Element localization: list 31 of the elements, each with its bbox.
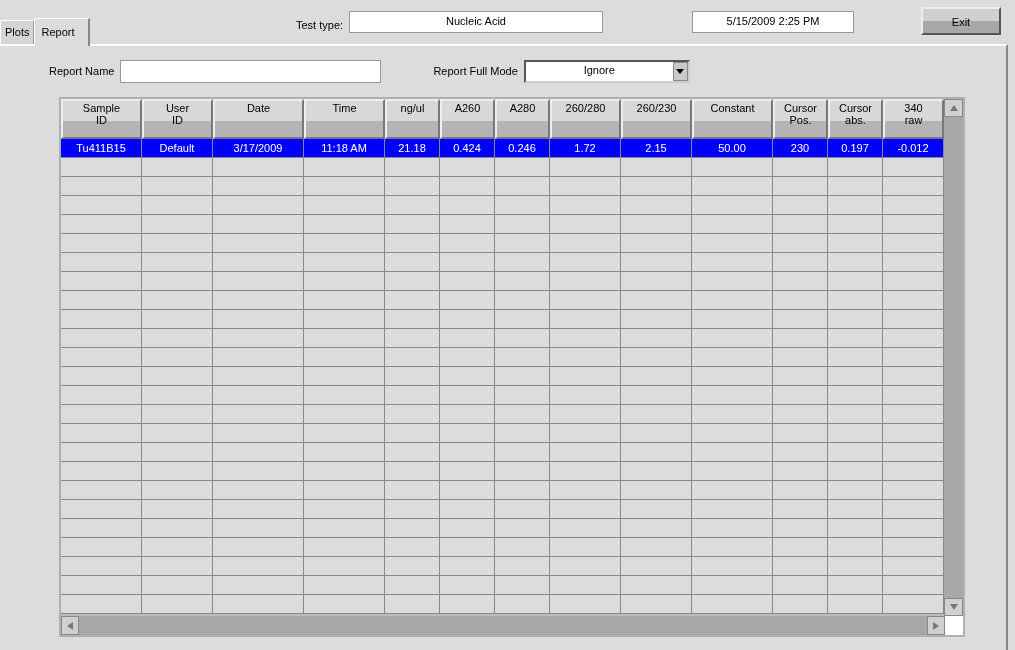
column-header[interactable]: Time — [304, 99, 385, 139]
vertical-scrollbar[interactable] — [944, 99, 963, 616]
column-header[interactable]: User ID — [142, 99, 213, 139]
column-header[interactable]: 260/280 — [550, 99, 621, 139]
scrollbar-corner — [945, 616, 963, 635]
report-name-field[interactable] — [120, 59, 382, 83]
column-header[interactable]: Cursor abs. — [828, 99, 883, 139]
exit-button[interactable]: Exit — [921, 7, 1001, 35]
column-header[interactable]: 260/230 — [621, 99, 692, 139]
scroll-down-icon[interactable] — [944, 598, 963, 616]
column-header[interactable]: Date — [213, 99, 304, 139]
table-row[interactable]: Tu411B15 Default 3/17/2009 11:18 AM 21.18 0.424 0.246 1.72 2.15 50.00 230 0.197 -0.012 — [61, 139, 944, 158]
test-type-label: Test type: — [296, 18, 344, 33]
horizontal-scrollbar[interactable] — [61, 616, 945, 635]
datetime-field: 5/15/2009 2:25 PM — [692, 11, 854, 33]
report-full-mode-dropdown[interactable]: Ignore — [523, 59, 690, 83]
scroll-left-icon[interactable] — [61, 616, 79, 635]
report-name-label: Report Name — [49, 63, 115, 79]
scroll-up-icon[interactable] — [944, 99, 963, 117]
column-header[interactable]: Sample ID — [61, 99, 142, 139]
column-header[interactable]: A260 — [440, 99, 495, 139]
tab[interactable]: Report — [34, 18, 91, 46]
test-type-field: Nucleic Acid — [349, 11, 603, 33]
tab[interactable]: Plots — [0, 20, 35, 44]
report-full-mode-label: Report Full Mode — [433, 63, 518, 79]
column-header[interactable]: Cursor Pos. — [773, 99, 828, 139]
column-header[interactable]: A280 — [495, 99, 550, 139]
scroll-right-icon[interactable] — [927, 616, 945, 635]
column-header[interactable]: 340 raw — [883, 99, 944, 139]
column-header[interactable]: Constant — [692, 99, 773, 139]
column-header[interactable]: ng/ul — [385, 99, 440, 139]
